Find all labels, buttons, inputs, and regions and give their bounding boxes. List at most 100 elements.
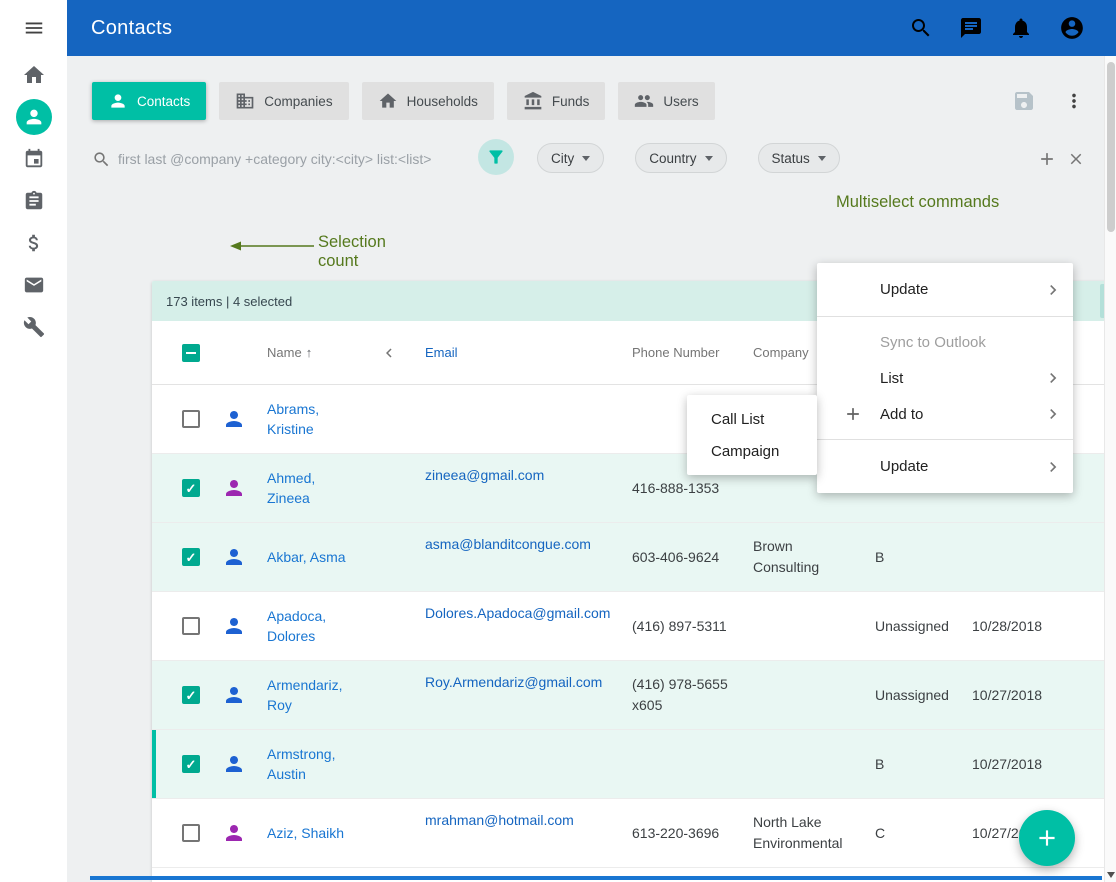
- filter-icon[interactable]: [478, 139, 514, 175]
- plus-icon: [843, 404, 863, 424]
- sidebar: [0, 0, 67, 882]
- menu-item-label: Update: [880, 458, 1043, 475]
- submenu-item-call-list[interactable]: Call List: [687, 403, 817, 435]
- email-cell: Dolores.Apadoca@gmail.com: [392, 592, 612, 621]
- chip-label: City: [551, 151, 574, 166]
- table-row[interactable]: Aziz, Shaikh mrahman@hotmail.com 613-220…: [152, 799, 1116, 868]
- sidebar-item-tools[interactable]: [0, 315, 67, 339]
- scroll-down-icon[interactable]: [1107, 872, 1115, 878]
- table-row[interactable]: Akbar, Asma asma@blanditcongue.com 603-4…: [152, 523, 1116, 592]
- tab-label: Funds: [552, 94, 590, 109]
- account-icon[interactable]: [1059, 15, 1085, 41]
- tab-funds[interactable]: Funds: [507, 82, 606, 120]
- company-cell: North Lake Environmental: [747, 812, 867, 854]
- search-icon: [92, 150, 111, 169]
- row-checkbox[interactable]: [182, 686, 200, 704]
- annotation-arrow: [230, 239, 314, 253]
- add-filter-icon[interactable]: [1037, 149, 1057, 169]
- save-icon[interactable]: [1012, 89, 1036, 113]
- table-row[interactable]: Armendariz, Roy Roy.Armendariz@gmail.com…: [152, 661, 1116, 730]
- select-all-checkbox[interactable]: [182, 344, 200, 362]
- selection-summary: 173 items | 4 selected: [166, 294, 292, 309]
- vertical-scrollbar[interactable]: [1104, 56, 1116, 882]
- menu-item-update-top[interactable]: Update: [817, 270, 1073, 309]
- row-checkbox[interactable]: [182, 755, 200, 773]
- annotation-multiselect-commands: Multiselect commands: [836, 193, 999, 212]
- page-title: Contacts: [91, 0, 172, 56]
- submenu-item-campaign[interactable]: Campaign: [687, 435, 817, 467]
- sidebar-item-calendar[interactable]: [0, 147, 67, 171]
- date-cell: 10/27/2018: [962, 687, 1116, 703]
- chevron-right-icon: [1043, 280, 1063, 300]
- person-icon: [222, 545, 246, 569]
- search-icon[interactable]: [909, 16, 933, 40]
- tab-companies[interactable]: Companies: [219, 82, 348, 120]
- phone-cell: (416) 978-5655 x605: [612, 674, 747, 716]
- table-row[interactable]: Armstrong, Austin B 10/27/2018: [152, 730, 1116, 799]
- building-icon: [235, 91, 255, 111]
- chat-icon[interactable]: [959, 16, 983, 40]
- menu-icon[interactable]: [0, 14, 67, 42]
- chevron-right-icon: [1043, 368, 1063, 388]
- mail-icon: [23, 274, 45, 296]
- menu-item-label: Sync to Outlook: [880, 334, 1063, 351]
- horizontal-scrollbar[interactable]: [90, 876, 1102, 880]
- person-icon: [222, 407, 246, 431]
- menu-item-label: List: [880, 370, 1043, 387]
- row-checkbox[interactable]: [182, 617, 200, 635]
- phone-cell: 613-220-3696: [612, 823, 747, 844]
- menu-item-label: Add to: [880, 406, 1043, 423]
- notifications-icon[interactable]: [1009, 16, 1033, 40]
- add-to-submenu: Call List Campaign: [687, 395, 817, 475]
- tab-households[interactable]: Households: [362, 82, 494, 120]
- email-cell: [392, 385, 612, 398]
- row-checkbox[interactable]: [182, 479, 200, 497]
- menu-item-update-bottom[interactable]: Update: [817, 447, 1073, 486]
- contact-name-link[interactable]: Akbar, Asma: [267, 549, 346, 565]
- column-header-email[interactable]: Email: [392, 345, 612, 360]
- money-icon: [23, 232, 45, 254]
- phone-cell: 603-406-9624: [612, 547, 747, 568]
- contact-name-link[interactable]: Armendariz, Roy: [267, 677, 342, 713]
- sidebar-item-mail[interactable]: [0, 273, 67, 297]
- email-cell: Roy.Armendariz@gmail.com: [392, 661, 612, 690]
- collapse-column-icon[interactable]: [380, 344, 398, 362]
- row-checkbox[interactable]: [182, 824, 200, 842]
- menu-item-label: Update: [880, 281, 1043, 298]
- chip-label: Country: [649, 151, 696, 166]
- sidebar-item-contacts[interactable]: [0, 105, 67, 129]
- column-header-phone[interactable]: Phone Number: [612, 342, 747, 363]
- chevron-right-icon: [1043, 404, 1063, 424]
- sidebar-item-finance[interactable]: [0, 231, 67, 255]
- category-cell: B: [867, 756, 962, 772]
- more-vert-icon[interactable]: [1063, 90, 1085, 112]
- people-icon: [634, 91, 654, 111]
- filter-chip-country[interactable]: Country: [635, 143, 726, 173]
- tab-contacts[interactable]: Contacts: [92, 82, 206, 120]
- add-contact-fab[interactable]: [1019, 810, 1075, 866]
- filter-chip-status[interactable]: Status: [758, 143, 840, 173]
- row-checkbox[interactable]: [182, 410, 200, 428]
- tab-label: Contacts: [137, 94, 190, 109]
- scrollbar-thumb[interactable]: [1107, 62, 1115, 232]
- contact-name-link[interactable]: Abrams, Kristine: [267, 401, 319, 437]
- contact-name-link[interactable]: Aziz, Shaikh: [267, 825, 344, 841]
- contact-name-link[interactable]: Apadoca, Dolores: [267, 608, 326, 644]
- menu-item-list[interactable]: List: [817, 360, 1073, 396]
- close-icon[interactable]: [1067, 150, 1085, 168]
- sidebar-item-tasks[interactable]: [0, 189, 67, 213]
- sidebar-item-home[interactable]: [0, 63, 67, 87]
- chevron-down-icon: [818, 156, 826, 161]
- phone-cell: (416) 897-5311: [612, 616, 747, 637]
- filter-chip-city[interactable]: City: [537, 143, 604, 173]
- tab-users[interactable]: Users: [618, 82, 714, 120]
- menu-item-add-to[interactable]: Add to: [817, 396, 1073, 432]
- table-row[interactable]: Apadoca, Dolores Dolores.Apadoca@gmail.c…: [152, 592, 1116, 661]
- column-header-name[interactable]: Name↑: [262, 343, 392, 363]
- entity-tabs: Contacts Companies Households Funds User…: [92, 82, 715, 120]
- search-input[interactable]: [118, 151, 458, 167]
- sort-asc-icon: ↑: [306, 345, 313, 360]
- contact-name-link[interactable]: Armstrong, Austin: [267, 746, 335, 782]
- row-checkbox[interactable]: [182, 548, 200, 566]
- contact-name-link[interactable]: Ahmed, Zineea: [267, 470, 315, 506]
